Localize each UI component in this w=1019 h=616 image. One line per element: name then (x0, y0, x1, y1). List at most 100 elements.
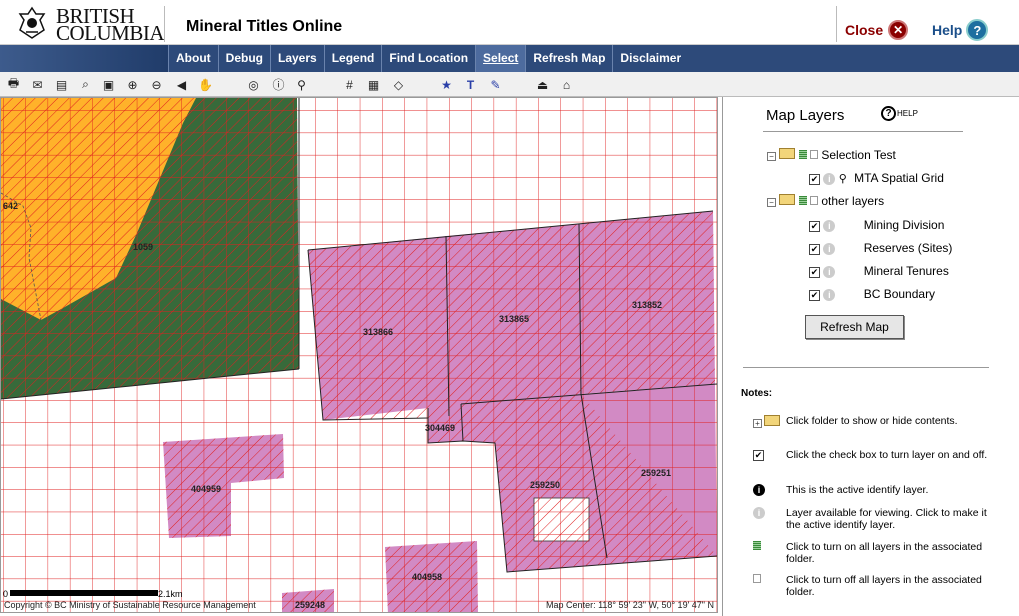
active-info-icon: i (753, 484, 765, 496)
layer-reserves-sites: ✔ i Reserves (Sites) (809, 241, 952, 255)
measure-icon[interactable]: ⏏ (534, 76, 551, 93)
all-off-icon[interactable] (810, 196, 819, 205)
info-icon[interactable]: i (823, 220, 836, 232)
folder-label: other layers (821, 194, 885, 208)
find-icon[interactable]: ⌕ (77, 76, 94, 93)
nav-layers[interactable]: Layers (270, 45, 324, 72)
all-on-icon[interactable] (798, 196, 807, 205)
note-text: Click to turn on all layers in the assoc… (786, 541, 983, 565)
layer-bc-boundary: ✔ i BC Boundary (809, 287, 935, 301)
map-toolbar: 🖶 ✉ ▤ ⌕ ▣ ⊕ ⊖ ◀ ✋ ◎ ⓘ ⚲ # ▦ ◇ ★ T ✎ ⏏ ⌂ (0, 72, 1019, 97)
back-icon[interactable]: ◀ (173, 76, 190, 93)
star-icon[interactable]: ★ (438, 76, 455, 93)
layer-label: Reserves (Sites) (863, 241, 953, 255)
checkbox-icon: ✔ (753, 450, 764, 461)
info-icon[interactable]: ⓘ (270, 76, 287, 93)
folder-selection-test[interactable]: − Selection Test (767, 148, 896, 162)
close-label: Close (845, 22, 884, 38)
map-view[interactable]: 642 1059 313866 313865 313852 304469 404… (0, 97, 718, 613)
folder-icon[interactable] (779, 148, 796, 159)
map-label-1059: 1059 (133, 242, 153, 252)
layer-checkbox[interactable]: ✔ (809, 244, 820, 255)
note-all-on: Click to turn on all layers in the assoc… (741, 541, 1001, 565)
header-divider-right (836, 6, 837, 42)
notes-divider (743, 367, 989, 368)
folder-icon[interactable] (779, 194, 796, 205)
panel-divider (763, 131, 963, 132)
eraser-icon[interactable]: ◇ (390, 76, 407, 93)
note-text: Click to turn off all layers in the asso… (786, 574, 982, 598)
nav-refresh-map[interactable]: Refresh Map (525, 45, 612, 72)
grid-select-icon[interactable]: ▦ (365, 76, 382, 93)
copyright-text: Copyright © BC Ministry of Sustainable R… (4, 600, 256, 610)
nav-select[interactable]: Select (475, 45, 526, 72)
nav-disclaimer[interactable]: Disclaimer (612, 45, 688, 72)
nav-find-location[interactable]: Find Location (381, 45, 475, 72)
layer-label: Mineral Tenures (863, 264, 949, 278)
note-folder: + Click folder to show or hide contents. (741, 415, 1001, 429)
zoom-out-icon[interactable]: ⊖ (148, 76, 165, 93)
panel-help-label: HELP (897, 109, 918, 118)
map-label-404958: 404958 (412, 572, 442, 582)
nav-debug[interactable]: Debug (217, 45, 270, 72)
note-text: Click folder to show or hide contents. (786, 415, 958, 427)
note-text: This is the active identify layer. (786, 484, 929, 496)
nav-legend[interactable]: Legend (323, 45, 382, 72)
identify-icon[interactable]: ◎ (245, 76, 262, 93)
nav-bar: About Debug Layers Legend Find Location … (0, 45, 1019, 72)
bc-logo[interactable]: BRITISH COLUMBIA (14, 4, 165, 44)
layer-checkbox[interactable]: ✔ (809, 290, 820, 301)
expand-icon: + (753, 419, 762, 428)
note-checkbox: ✔ Click the check box to turn layer on a… (741, 449, 1001, 461)
map-label-259251: 259251 (641, 468, 671, 478)
scale-start: 0 (3, 589, 9, 599)
collapse-icon[interactable]: − (767, 152, 776, 161)
logo-line2: COLUMBIA (56, 21, 165, 45)
layers-panel: Map Layers ? HELP − Selection Test ✔ i ⚲… (722, 97, 1019, 616)
zoom-in-icon[interactable]: ⊕ (124, 76, 141, 93)
folder-other-layers[interactable]: − other layers (767, 194, 884, 208)
header: BRITISH COLUMBIA Mineral Titles Online C… (0, 0, 1019, 45)
note-all-off: Click to turn off all layers in the asso… (741, 574, 1001, 598)
layer-mineral-tenures: ✔ i Mineral Tenures (809, 264, 949, 278)
close-button[interactable]: Close ✕ (845, 20, 909, 40)
layer-checkbox[interactable]: ✔ (809, 174, 820, 185)
pin-icon[interactable]: ✎ (487, 76, 504, 93)
info-icon[interactable]: i (823, 173, 836, 185)
lock-icon[interactable]: ⌂ (558, 76, 575, 93)
magic-icon[interactable]: ⚲ (293, 76, 310, 93)
select-icon[interactable]: ▣ (100, 76, 117, 93)
note-text: Layer available for viewing. Click to ma… (786, 507, 987, 531)
collapse-icon[interactable]: − (767, 198, 776, 207)
map-label-259250: 259250 (530, 480, 560, 490)
legend-icon[interactable]: ▤ (53, 76, 70, 93)
nav-about[interactable]: About (168, 45, 218, 72)
map-label-304469: 304469 (425, 423, 455, 433)
info-icon[interactable]: i (823, 289, 836, 301)
email-icon[interactable]: ✉ (29, 76, 46, 93)
layer-checkbox[interactable]: ✔ (809, 221, 820, 232)
panel-help-button[interactable]: ? HELP (881, 106, 918, 121)
layer-checkbox[interactable]: ✔ (809, 267, 820, 278)
map-center-readout: Map Center: 118° 59' 23" W, 50° 19' 47" … (546, 600, 714, 610)
all-on-icon[interactable] (798, 150, 807, 159)
all-off-icon[interactable] (810, 150, 819, 159)
layer-label: BC Boundary (863, 287, 936, 301)
app-title: Mineral Titles Online (186, 18, 343, 35)
map-label-404959: 404959 (191, 484, 221, 494)
print-icon[interactable]: 🖶 (5, 76, 22, 93)
layer-mta-spatial-grid: ✔ i ⚲ MTA Spatial Grid (809, 171, 944, 185)
layer-mining-division: ✔ i Mining Division (809, 218, 944, 232)
layer-label: MTA Spatial Grid (854, 171, 944, 185)
pan-icon[interactable]: ✋ (197, 76, 214, 93)
close-icon: ✕ (888, 20, 909, 40)
refresh-map-button[interactable]: Refresh Map (805, 315, 904, 339)
info-icon[interactable]: i (823, 266, 836, 278)
note-available-layer: i Layer available for viewing. Click to … (741, 507, 1001, 531)
help-button[interactable]: Help ? (932, 19, 989, 41)
layer-label: Mining Division (863, 218, 945, 232)
text-icon[interactable]: T (462, 76, 479, 93)
info-icon[interactable]: i (823, 243, 836, 255)
help-icon: ? (966, 19, 989, 41)
grid-icon[interactable]: # (341, 76, 358, 93)
